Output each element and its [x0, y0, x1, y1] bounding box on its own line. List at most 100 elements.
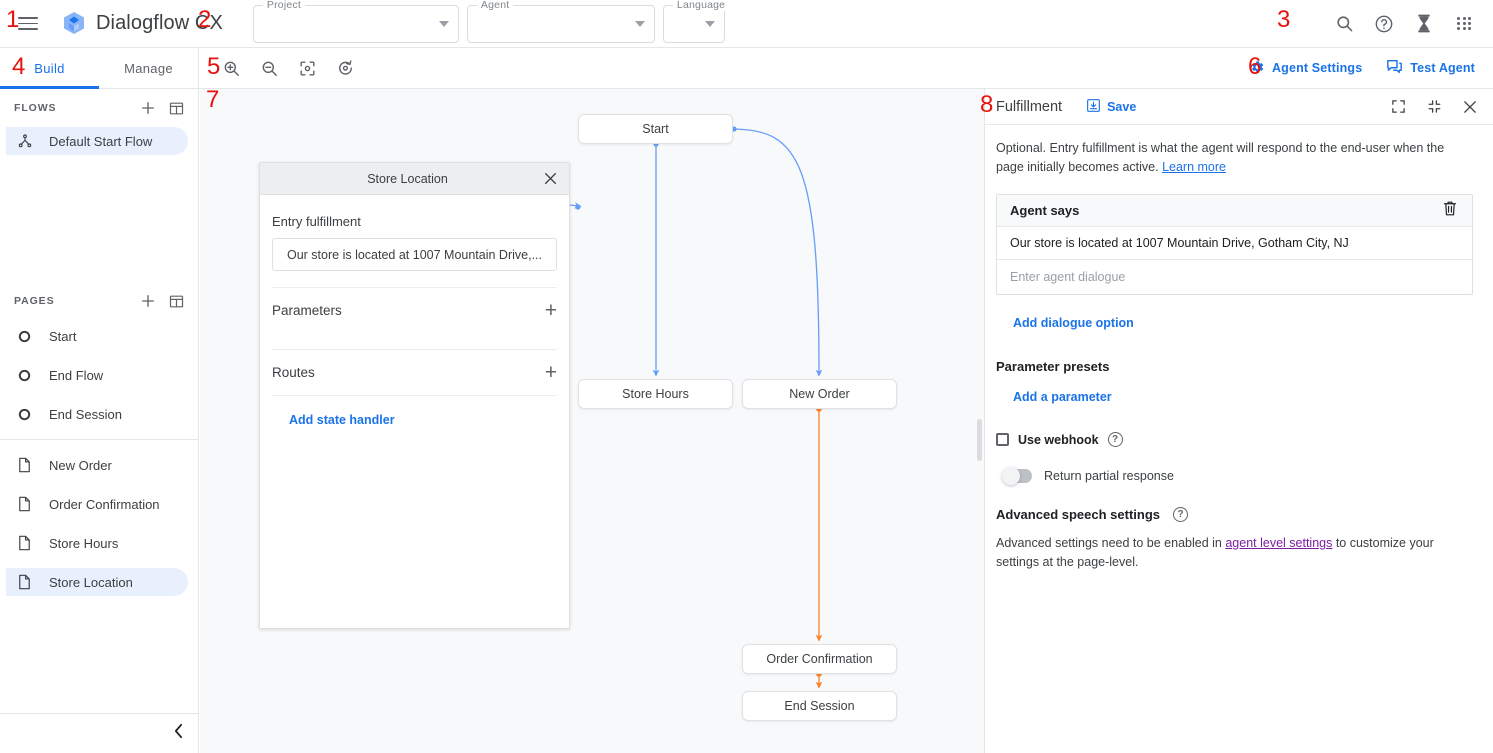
flow-node-label: Store Hours	[622, 387, 689, 401]
parameters-label: Parameters	[272, 303, 342, 318]
language-select[interactable]: Language	[663, 5, 725, 43]
pages-section-header: PAGES	[0, 282, 198, 320]
sidebar-item-order-confirmation[interactable]: Order Confirmation	[6, 490, 188, 518]
collapse-icon[interactable]	[1425, 98, 1443, 116]
hamburger-menu-icon[interactable]	[18, 13, 40, 35]
flow-node-end-session[interactable]: End Session	[742, 691, 897, 721]
add-flow-button[interactable]	[137, 97, 159, 119]
entry-fulfillment-field[interactable]: Our store is located at 1007 Mountain Dr…	[272, 238, 557, 271]
agent-select[interactable]: Agent	[467, 5, 655, 43]
help-circle-icon[interactable]: ?	[1173, 507, 1188, 522]
add-dialogue-option-row: Add dialogue option	[996, 314, 1473, 332]
search-icon[interactable]	[1333, 13, 1355, 35]
learn-more-link[interactable]: Learn more	[1162, 160, 1226, 174]
fulfillment-panel-header: Fulfillment Save	[985, 89, 1493, 125]
zoom-out-icon[interactable]	[259, 58, 280, 79]
agent-select-label: Agent	[477, 0, 513, 11]
flow-node-new-order[interactable]: New Order	[742, 379, 897, 409]
dialogflow-logo-icon	[62, 11, 86, 37]
sidebar-collapse-button[interactable]	[0, 713, 199, 753]
page-title: Dialogflow CX	[96, 12, 223, 35]
sidebar-item-end-flow[interactable]: End Flow	[6, 361, 188, 389]
add-state-handler-link[interactable]: Add state handler	[272, 413, 395, 427]
sidebar-item-label: Store Location	[49, 575, 133, 590]
reset-view-icon[interactable]	[335, 58, 356, 79]
chevron-down-icon	[439, 21, 449, 27]
test-agent-button[interactable]: Test Agent	[1386, 59, 1475, 77]
canvas-scrollbar[interactable]	[977, 419, 982, 461]
close-icon[interactable]	[541, 170, 559, 188]
pages-table-view-icon[interactable]	[165, 290, 187, 312]
return-partial-response-toggle[interactable]	[1002, 469, 1032, 483]
flow-canvas[interactable]: Start Store Hours New Order Order Confir…	[200, 89, 984, 753]
help-circle-icon[interactable]: ?	[1108, 432, 1123, 447]
add-dialogue-option-link[interactable]: Add dialogue option	[1013, 316, 1134, 330]
top-app-bar: Dialogflow CX Project Agent Language	[0, 0, 1493, 48]
agent-level-settings-link[interactable]: agent level settings	[1225, 536, 1332, 550]
sidebar-item-start[interactable]: Start	[6, 322, 188, 350]
use-webhook-row: Use webhook ?	[996, 432, 1473, 447]
flow-node-label: End Session	[784, 699, 854, 713]
routes-label: Routes	[272, 365, 315, 380]
parameters-row[interactable]: Parameters +	[272, 287, 557, 333]
panel-header-icons	[1389, 98, 1479, 116]
flow-node-start[interactable]: Start	[578, 114, 733, 144]
tab-build[interactable]: Build	[0, 48, 99, 89]
chevron-down-icon	[635, 21, 645, 27]
save-label: Save	[1107, 100, 1136, 114]
agent-settings-button[interactable]: Agent Settings	[1249, 59, 1362, 78]
canvas-zoom-tools	[199, 48, 356, 88]
flows-title: FLOWS	[14, 102, 131, 114]
plus-icon[interactable]: +	[545, 300, 557, 321]
zoom-in-icon[interactable]	[221, 58, 242, 79]
flow-icon	[16, 133, 33, 150]
fulfillment-panel-body: Optional. Entry fulfillment is what the …	[985, 125, 1493, 572]
help-icon[interactable]	[1373, 13, 1395, 35]
delete-icon[interactable]	[1442, 200, 1458, 222]
flow-node-label: Start	[642, 122, 668, 136]
flow-node-store-hours[interactable]: Store Hours	[578, 379, 733, 409]
use-webhook-checkbox[interactable]	[996, 433, 1009, 446]
chevron-left-icon	[172, 723, 185, 744]
secondary-toolbar: Build Manage	[0, 48, 1493, 89]
project-select[interactable]: Project	[253, 5, 459, 43]
page-card-title: Store Location	[274, 172, 541, 186]
return-partial-response-row: Return partial response	[996, 469, 1473, 483]
page-card-footer: Add state handler	[272, 395, 557, 429]
plus-icon[interactable]: +	[545, 362, 557, 383]
tab-manage[interactable]: Manage	[99, 48, 198, 89]
sidebar-item-new-order[interactable]: New Order	[6, 451, 188, 479]
page-icon	[16, 496, 33, 513]
flows-table-view-icon[interactable]	[165, 97, 187, 119]
sidebar-item-store-hours[interactable]: Store Hours	[6, 529, 188, 557]
apps-grid-icon[interactable]	[1453, 13, 1475, 35]
save-button[interactable]: Save	[1086, 98, 1136, 116]
agent-says-value[interactable]: Our store is located at 1007 Mountain Dr…	[997, 227, 1472, 260]
sidebar-item-label: End Flow	[49, 368, 103, 383]
return-partial-response-label: Return partial response	[1044, 469, 1174, 483]
circle-icon	[16, 328, 33, 345]
flow-node-label: Order Confirmation	[766, 652, 872, 666]
sidebar-item-store-location[interactable]: Store Location	[6, 568, 188, 596]
routes-row[interactable]: Routes +	[272, 349, 557, 395]
advanced-speech-settings-row: Advanced speech settings ?	[996, 507, 1473, 522]
test-agent-label: Test Agent	[1410, 61, 1475, 75]
brand-area: Dialogflow CX	[62, 11, 223, 37]
fit-to-screen-icon[interactable]	[297, 58, 318, 79]
sidebar-item-default-start-flow[interactable]: Default Start Flow	[6, 127, 188, 155]
page-icon	[16, 457, 33, 474]
hourglass-icon[interactable]	[1413, 13, 1435, 35]
expand-icon[interactable]	[1389, 98, 1407, 116]
parameter-presets-section: Parameter presets Add a parameter	[996, 359, 1473, 406]
close-icon[interactable]	[1461, 98, 1479, 116]
add-a-parameter-link[interactable]: Add a parameter	[1013, 390, 1112, 404]
top-bar-actions	[1333, 13, 1493, 35]
agent-dialogue-input[interactable]: Enter agent dialogue	[997, 260, 1472, 294]
advanced-note-prefix: Advanced settings need to be enabled in	[996, 536, 1225, 550]
sidebar-item-end-session[interactable]: End Session	[6, 400, 188, 428]
add-page-button[interactable]	[137, 290, 159, 312]
advanced-speech-settings-title: Advanced speech settings	[996, 507, 1160, 522]
flows-section-header: FLOWS	[0, 89, 198, 127]
flow-node-order-confirmation[interactable]: Order Confirmation	[742, 644, 897, 674]
circle-icon	[16, 367, 33, 384]
